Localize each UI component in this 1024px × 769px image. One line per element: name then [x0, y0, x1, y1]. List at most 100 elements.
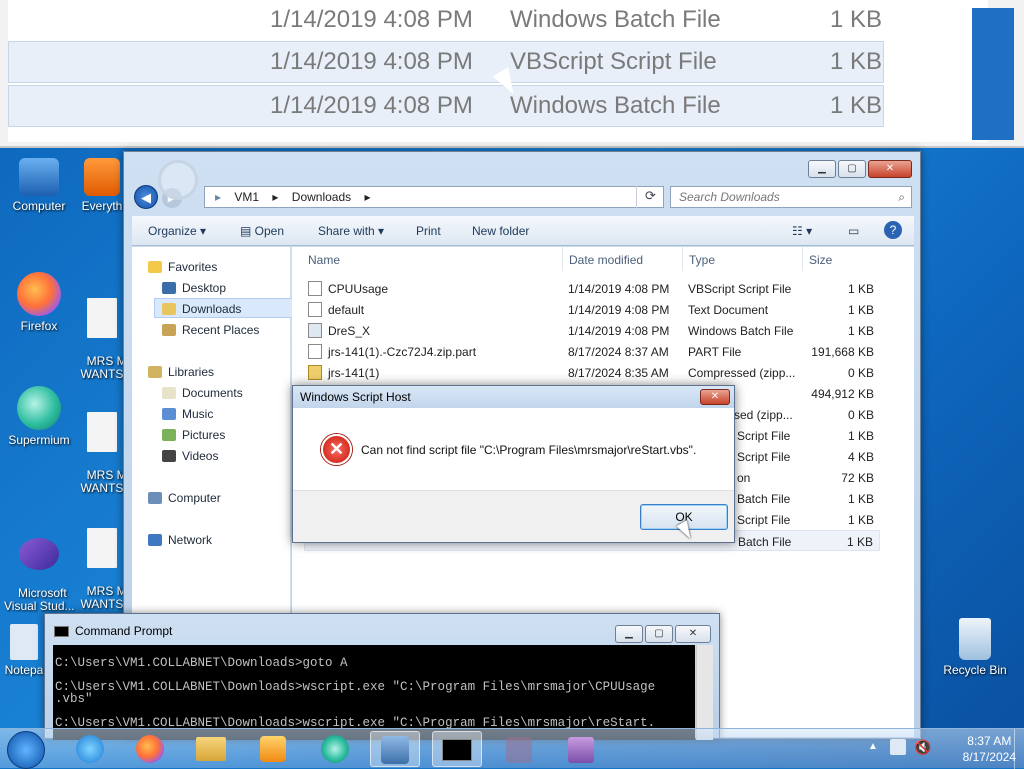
- new-folder-button[interactable]: New folder: [472, 224, 529, 238]
- desktop-icon-label: Computer: [12, 199, 66, 213]
- supermium-taskbar-icon[interactable]: [310, 731, 360, 767]
- maximize-button[interactable]: ▢: [645, 625, 673, 643]
- network-icon: [148, 534, 162, 546]
- preview-pane-icon[interactable]: ▭: [848, 224, 859, 238]
- search-icon: ⌕: [898, 190, 905, 204]
- breadcrumb-item[interactable]: Downloads: [292, 190, 351, 204]
- dialog-footer: OK: [293, 490, 734, 542]
- pictures-icon: [162, 429, 176, 441]
- desktop-icon-notepad[interactable]: Notepa: [4, 624, 44, 677]
- cmd-task-button[interactable]: [432, 731, 482, 767]
- desktop-icon-label: Microsoft Visual Stud...: [4, 586, 75, 613]
- desktop-icon-everything[interactable]: Everyth: [80, 158, 124, 213]
- column-header-date[interactable]: Date modified: [569, 253, 643, 267]
- file-size: 1 KB: [847, 492, 874, 506]
- recycle-bin-icon: [959, 618, 991, 660]
- desktop-icon-mrs[interactable]: MRS M WANTS: [80, 386, 124, 495]
- close-button[interactable]: ✕: [675, 625, 711, 643]
- internet-explorer-icon[interactable]: [65, 731, 115, 767]
- error-dialog: Windows Script Host ✕ ✕ Can not find scr…: [292, 385, 735, 543]
- desktop-icon-supermium[interactable]: Supermium: [4, 386, 74, 447]
- clock[interactable]: 8:37 AM 8/17/2024: [963, 733, 1016, 765]
- minimize-button[interactable]: ▁: [808, 160, 836, 178]
- breadcrumb-item[interactable]: VM1: [234, 190, 259, 204]
- zoom-size: 1 KB: [830, 48, 883, 75]
- address-bar[interactable]: ▸ VM1 ▸ Downloads ▸: [204, 186, 664, 208]
- magnifier-icon: [158, 160, 198, 200]
- file-type: Script File: [737, 429, 791, 443]
- desktop-icon-label: MRS M WANTS: [80, 354, 124, 381]
- file-row[interactable]: jrs-141(1).-Czc72J4.zip.part 8/17/2024 8…: [304, 341, 880, 362]
- volume-muted-icon[interactable]: 🔇: [914, 739, 931, 756]
- column-header-size[interactable]: Size: [809, 253, 832, 267]
- nav-network[interactable]: Network: [148, 530, 306, 550]
- desktop-icon-recycle-bin[interactable]: Recycle Bin: [940, 618, 1010, 677]
- clock-time: 8:37 AM: [967, 734, 1012, 748]
- file-row[interactable]: default 1/14/2019 4:08 PM Text Document …: [304, 299, 880, 320]
- console-line: C:\Users\VM1.COLLABNET\Downloads>goto A: [55, 656, 348, 670]
- nav-computer[interactable]: Computer: [148, 488, 306, 508]
- file-name: DreS_X: [328, 324, 371, 338]
- desktop-icon-visual-studio[interactable]: Microsoft Visual Stud...: [4, 512, 75, 613]
- file-row[interactable]: jrs-141(1) 8/17/2024 8:35 AM Compressed …: [304, 362, 880, 383]
- column-header-type[interactable]: Type: [689, 253, 715, 267]
- window-controls: ▁ ▢ ✕: [615, 625, 711, 643]
- firefox-taskbar-icon[interactable]: [125, 731, 175, 767]
- tray-expand-icon[interactable]: ▲: [868, 741, 878, 752]
- open-icon: ▤: [240, 224, 255, 238]
- app-task-button[interactable]: [556, 731, 606, 767]
- zoom-date: 1/14/2019 4:08 PM: [270, 6, 473, 33]
- share-with-button[interactable]: Share with ▾: [318, 224, 384, 238]
- dialog-close-button[interactable]: ✕: [700, 389, 730, 405]
- views-icon[interactable]: ☷ ▾: [792, 224, 812, 238]
- file-type: Text Document: [688, 303, 769, 317]
- desktop-icon-mrs[interactable]: MRS M WANTS: [80, 502, 124, 611]
- maximize-button[interactable]: ▢: [838, 160, 866, 178]
- file-type: on: [737, 471, 751, 485]
- file-explorer-taskbar-icon[interactable]: [186, 731, 236, 767]
- nav-favorites[interactable]: Favorites: [148, 257, 306, 277]
- file-size: 1 KB: [847, 282, 874, 296]
- desktop-icon-label: MRS M WANTS: [80, 584, 124, 611]
- network-tray-icon[interactable]: [890, 739, 906, 755]
- desktop-icon-computer[interactable]: Computer: [4, 158, 74, 213]
- console-line: .vbs": [55, 692, 93, 706]
- zoom-row: 1/14/2019 4:08 PM Windows Batch File 1 K…: [8, 0, 884, 42]
- scrollbar[interactable]: [696, 645, 713, 740]
- computer-icon: [19, 158, 59, 196]
- zoom-size: 1 KB: [830, 92, 883, 119]
- command-prompt-window: Command Prompt ▁ ▢ ✕ C:\Users\VM1.COLLAB…: [44, 613, 720, 740]
- search-input[interactable]: Search Downloads ⌕: [670, 186, 912, 208]
- minimize-button[interactable]: ▁: [615, 625, 643, 643]
- console-output[interactable]: C:\Users\VM1.COLLABNET\Downloads>goto A C…: [53, 645, 695, 740]
- close-button[interactable]: ✕: [868, 160, 912, 178]
- firefox-icon: [17, 272, 61, 316]
- file-name: default: [328, 303, 365, 317]
- organize-button[interactable]: Organize ▾: [148, 224, 206, 238]
- desktop-icon-mrs[interactable]: MRS M WANTS: [80, 272, 124, 381]
- open-button[interactable]: ▤ Open: [240, 224, 284, 238]
- desktop-icon-firefox[interactable]: Firefox: [4, 272, 74, 333]
- help-icon[interactable]: ?: [884, 221, 902, 239]
- file-row[interactable]: CPUUsage 1/14/2019 4:08 PM VBScript Scri…: [304, 278, 880, 299]
- back-arrow-icon[interactable]: ◀: [134, 185, 158, 209]
- text-file-icon: [308, 302, 322, 317]
- media-player-icon[interactable]: [248, 731, 298, 767]
- file-row[interactable]: DreS_X 1/14/2019 4:08 PM Windows Batch F…: [304, 320, 880, 341]
- nav-libraries[interactable]: Libraries: [148, 362, 306, 382]
- notepad-icon: [10, 624, 38, 660]
- zip-folder-icon: [308, 365, 322, 380]
- refresh-icon[interactable]: ⟳: [636, 186, 664, 208]
- magnifier-view: 1/14/2019 4:08 PM Windows Batch File 1 K…: [0, 0, 1024, 148]
- app-task-button[interactable]: [494, 731, 544, 767]
- print-button[interactable]: Print: [416, 224, 441, 238]
- file-size: 72 KB: [841, 471, 874, 485]
- explorer-task-button[interactable]: [370, 731, 420, 767]
- start-button[interactable]: [7, 731, 45, 769]
- nav-downloads[interactable]: Downloads: [154, 298, 312, 318]
- magnifier-edge: [972, 8, 1014, 140]
- search-placeholder: Search Downloads: [679, 190, 780, 204]
- error-icon: ✕: [321, 434, 352, 465]
- show-desktop-button[interactable]: [1014, 729, 1024, 769]
- column-header-name[interactable]: Name: [308, 253, 340, 267]
